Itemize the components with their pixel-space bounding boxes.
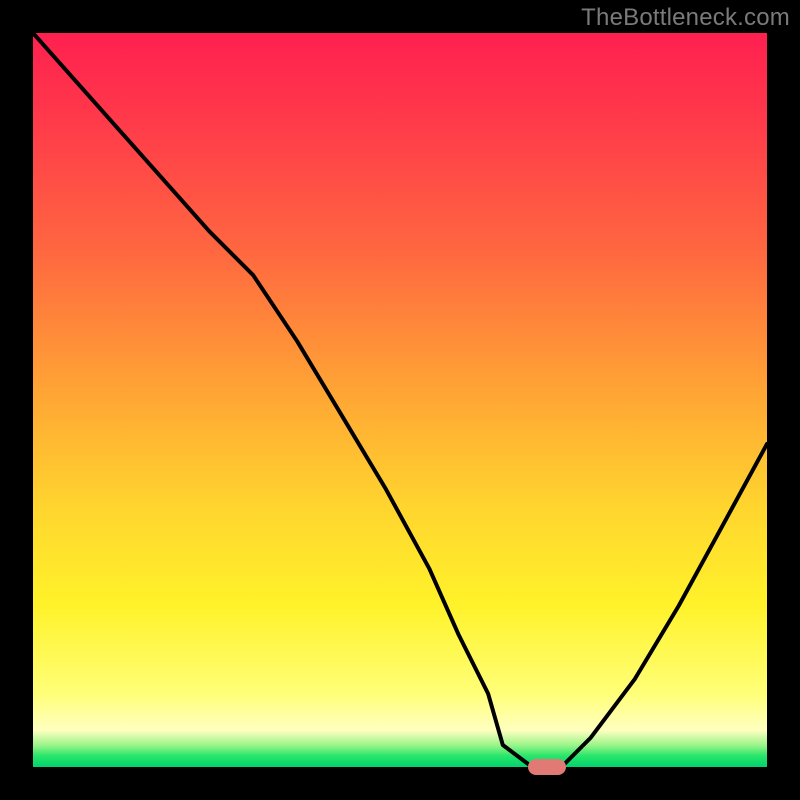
- heat-gradient: [33, 33, 767, 767]
- chart-frame: TheBottleneck.com: [0, 0, 800, 800]
- plot-area: [33, 33, 767, 767]
- watermark-text: TheBottleneck.com: [581, 4, 790, 32]
